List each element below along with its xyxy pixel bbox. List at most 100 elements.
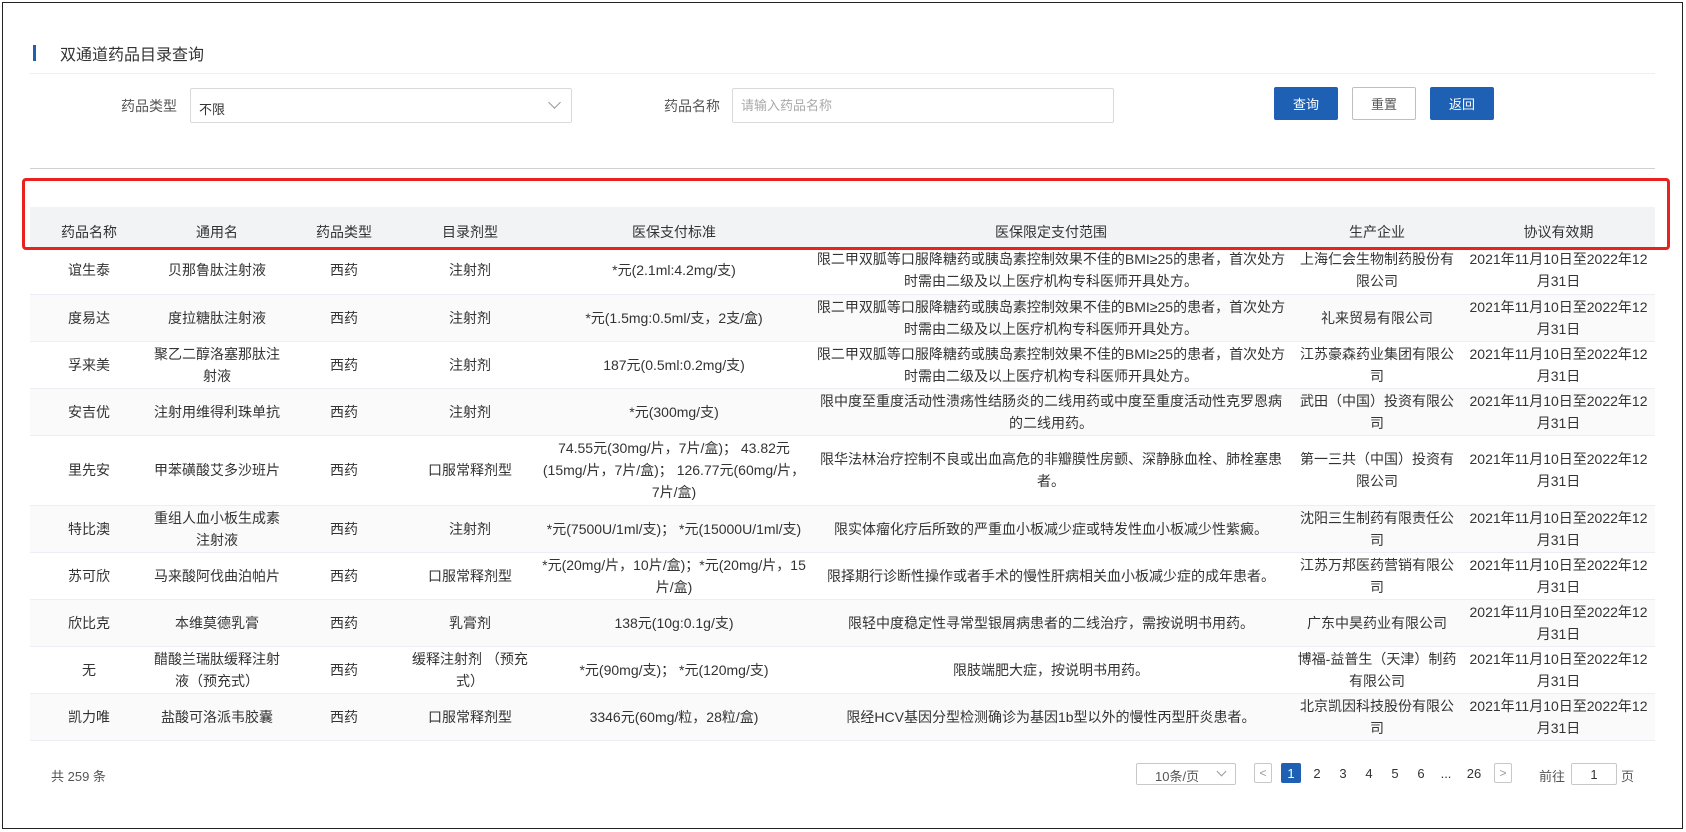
drug-name-cell: 无 xyxy=(30,646,148,694)
payment-scope-cell: 限肢端肥大症，按说明书用药。 xyxy=(810,646,1292,694)
generic-name-cell: 马来酸阿伐曲泊帕片 xyxy=(148,552,286,600)
table-row: 凯力唯 盐酸可洛派韦胶囊 西药 口服常释剂型 3346元(60mg/粒，28粒/… xyxy=(30,693,1655,741)
drug-type-cell: 西药 xyxy=(286,505,402,553)
page-number[interactable]: 26 xyxy=(1464,763,1484,783)
page-number[interactable]: 3 xyxy=(1333,763,1353,783)
table-header-row: 药品名称 通用名 药品类型 目录剂型 医保支付标准 医保限定支付范围 生产企业 … xyxy=(30,207,1655,247)
table-row: 特比澳 重组人血小板生成素注射液 西药 注射剂 *元(7500U/1ml/支)；… xyxy=(30,505,1655,553)
validity-cell: 2021年11月10日至2022年12月31日 xyxy=(1462,388,1655,436)
manufacturer-cell: 武田（中国）投资有限公司 xyxy=(1292,388,1462,436)
page-number[interactable]: 1 xyxy=(1281,763,1301,783)
generic-name-cell: 注射用维得利珠单抗 xyxy=(148,388,286,436)
payment-standard-cell: 74.55元(30mg/片，7片/盒)； 43.82元(15mg/片，7片/盒)… xyxy=(538,435,810,506)
generic-name-cell: 本维莫德乳膏 xyxy=(148,599,286,647)
dosage-form-cell: 乳膏剂 xyxy=(402,599,538,647)
dosage-form-cell: 口服常释剂型 xyxy=(402,693,538,741)
dosage-form-cell: 注射剂 xyxy=(402,388,538,436)
chevron-down-icon xyxy=(1216,766,1227,777)
page-size-value: 10条/页 xyxy=(1155,769,1200,784)
validity-cell: 2021年11月10日至2022年12月31日 xyxy=(1462,646,1655,694)
table-row: 无 醋酸兰瑞肽缓释注射液（预充式） 西药 缓释注射剂 （预充式） *元(90mg… xyxy=(30,646,1655,694)
payment-standard-cell: 187元(0.5ml:0.2mg/支) xyxy=(538,341,810,389)
drug-name-cell: 凯力唯 xyxy=(30,693,148,741)
generic-name-cell: 醋酸兰瑞肽缓释注射液（预充式） xyxy=(148,646,286,694)
drug-name-cell: 孚来美 xyxy=(30,341,148,389)
drug-name-input[interactable] xyxy=(732,88,1114,123)
manufacturer-cell: 第一三共（中国）投资有限公司 xyxy=(1292,435,1462,506)
dosage-form-cell: 缓释注射剂 （预充式） xyxy=(402,646,538,694)
validity-cell: 2021年11月10日至2022年12月31日 xyxy=(1462,294,1655,342)
drug-name-cell: 里先安 xyxy=(30,435,148,506)
payment-standard-cell: *元(90mg/支)； *元(120mg/支) xyxy=(538,646,810,694)
payment-scope-cell: 限二甲双胍等口服降糖药或胰岛素控制效果不佳的BMI≥25的患者，首次处方时需由二… xyxy=(810,247,1292,295)
dosage-form-cell: 口服常释剂型 xyxy=(402,552,538,600)
payment-scope-cell: 限华法林治疗控制不良或出血高危的非瓣膜性房颤、深静脉血栓、肺栓塞患者。 xyxy=(810,435,1292,506)
column-header: 协议有效期 xyxy=(1462,207,1655,247)
divider xyxy=(30,168,1655,169)
prev-page-button[interactable]: < xyxy=(1254,763,1272,783)
payment-standard-cell: *元(20mg/片，10片/盒)；*元(20mg/片，15片/盒) xyxy=(538,552,810,600)
page-number[interactable]: 5 xyxy=(1385,763,1405,783)
generic-name-cell: 重组人血小板生成素注射液 xyxy=(148,505,286,553)
table-row: 苏可欣 马来酸阿伐曲泊帕片 西药 口服常释剂型 *元(20mg/片，10片/盒)… xyxy=(30,552,1655,600)
drug-type-cell: 西药 xyxy=(286,247,402,295)
manufacturer-cell: 北京凯因科技股份有限公司 xyxy=(1292,693,1462,741)
generic-name-cell: 聚乙二醇洛塞那肽注射液 xyxy=(148,341,286,389)
page-number[interactable]: 4 xyxy=(1359,763,1379,783)
drug-name-cell: 欣比克 xyxy=(30,599,148,647)
payment-scope-cell: 限实体瘤化疗后所致的严重血小板减少症或特发性血小板减少性紫癜。 xyxy=(810,505,1292,553)
column-header: 医保限定支付范围 xyxy=(810,207,1292,247)
payment-standard-cell: 3346元(60mg/粒，28粒/盒) xyxy=(538,693,810,741)
drug-type-label: 药品类型 xyxy=(121,98,177,114)
payment-scope-cell: 限二甲双胍等口服降糖药或胰岛素控制效果不佳的BMI≥25的患者，首次处方时需由二… xyxy=(810,341,1292,389)
generic-name-cell: 盐酸可洛派韦胶囊 xyxy=(148,693,286,741)
page-size-select[interactable]: 10条/页 xyxy=(1136,763,1236,785)
back-button[interactable]: 返回 xyxy=(1430,87,1494,120)
payment-standard-cell: *元(7500U/1ml/支)； *元(15000U/1ml/支) xyxy=(538,505,810,553)
drug-type-value: 不限 xyxy=(199,102,226,117)
column-header: 生产企业 xyxy=(1292,207,1462,247)
manufacturer-cell: 礼来贸易有限公司 xyxy=(1292,294,1462,342)
page-number[interactable]: 6 xyxy=(1411,763,1431,783)
dosage-form-cell: 口服常释剂型 xyxy=(402,435,538,506)
page-header: 双通道药品目录查询 xyxy=(33,41,204,65)
next-page-button[interactable]: > xyxy=(1494,763,1512,783)
dosage-form-cell: 注射剂 xyxy=(402,341,538,389)
payment-standard-cell: *元(2.1ml:4.2mg/支) xyxy=(538,247,810,295)
manufacturer-cell: 广东中昊药业有限公司 xyxy=(1292,599,1462,647)
page-title: 双通道药品目录查询 xyxy=(60,47,205,64)
goto-prefix: 前往 xyxy=(1539,769,1566,784)
validity-cell: 2021年11月10日至2022年12月31日 xyxy=(1462,599,1655,647)
table-row: 欣比克 本维莫德乳膏 西药 乳膏剂 138元(10g:0.1g/支) 限轻中度稳… xyxy=(30,599,1655,647)
column-header: 通用名 xyxy=(148,207,286,247)
goto-page-input[interactable] xyxy=(1571,763,1617,785)
drug-table: 药品名称 通用名 药品类型 目录剂型 医保支付标准 医保限定支付范围 生产企业 … xyxy=(30,207,1655,741)
reset-button[interactable]: 重置 xyxy=(1352,87,1416,120)
title-accent-bar xyxy=(33,45,36,61)
manufacturer-cell: 博福-益普生（天津）制药有限公司 xyxy=(1292,646,1462,694)
page-number[interactable]: 2 xyxy=(1307,763,1327,783)
query-button[interactable]: 查询 xyxy=(1274,87,1338,120)
payment-scope-cell: 限中度至重度活动性溃疡性结肠炎的二线用药或中度至重度活动性克罗恩病的二线用药。 xyxy=(810,388,1292,436)
dosage-form-cell: 注射剂 xyxy=(402,505,538,553)
page-ellipsis[interactable]: ... xyxy=(1436,763,1456,783)
table-row: 安吉优 注射用维得利珠单抗 西药 注射剂 *元(300mg/支) 限中度至重度活… xyxy=(30,388,1655,436)
manufacturer-cell: 沈阳三生制药有限责任公司 xyxy=(1292,505,1462,553)
chevron-down-icon xyxy=(548,96,561,109)
column-header: 药品类型 xyxy=(286,207,402,247)
table-row: 谊生泰 贝那鲁肽注射液 西药 注射剂 *元(2.1ml:4.2mg/支) 限二甲… xyxy=(30,247,1655,295)
table-row: 度易达 度拉糖肽注射液 西药 注射剂 *元(1.5mg:0.5ml/支，2支/盒… xyxy=(30,294,1655,342)
table-row: 孚来美 聚乙二醇洛塞那肽注射液 西药 注射剂 187元(0.5ml:0.2mg/… xyxy=(30,341,1655,389)
drug-type-cell: 西药 xyxy=(286,693,402,741)
drug-type-cell: 西药 xyxy=(286,388,402,436)
drug-type-select[interactable]: 不限 xyxy=(190,88,572,123)
manufacturer-cell: 上海仁会生物制药股份有限公司 xyxy=(1292,247,1462,295)
payment-scope-cell: 限轻中度稳定性寻常型银屑病患者的二线治疗，需按说明书用药。 xyxy=(810,599,1292,647)
validity-cell: 2021年11月10日至2022年12月31日 xyxy=(1462,247,1655,295)
manufacturer-cell: 江苏豪森药业集团有限公司 xyxy=(1292,341,1462,389)
drug-type-cell: 西药 xyxy=(286,599,402,647)
table-row: 里先安 甲苯磺酸艾多沙班片 西药 口服常释剂型 74.55元(30mg/片，7片… xyxy=(30,435,1655,506)
drug-type-cell: 西药 xyxy=(286,435,402,506)
manufacturer-cell: 江苏万邦医药营销有限公司 xyxy=(1292,552,1462,600)
payment-standard-cell: *元(1.5mg:0.5ml/支，2支/盒) xyxy=(538,294,810,342)
